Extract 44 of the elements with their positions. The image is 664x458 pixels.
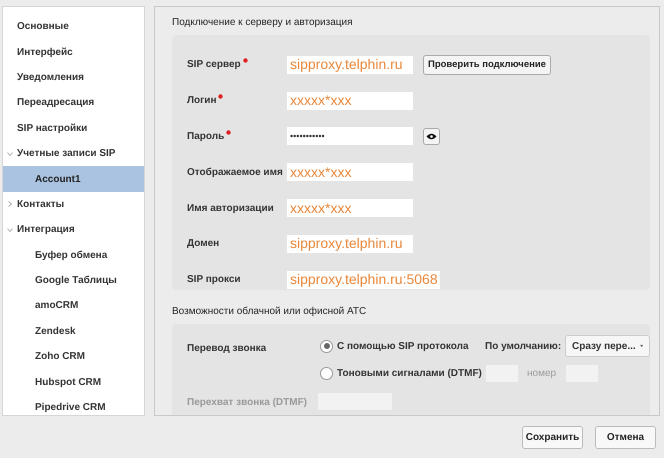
sidebar-item[interactable]: Pipedrive CRM — [3, 394, 144, 420]
radio-button[interactable] — [320, 366, 333, 380]
caret-down-icon — [640, 344, 643, 348]
section-title: Подключение к серверу и авторизация — [172, 16, 354, 30]
field-label: Перевод звонка — [187, 342, 268, 356]
field-label: Логин — [187, 94, 216, 108]
field-label: SIP прокси — [187, 273, 241, 288]
sidebar-item[interactable]: Основные — [3, 14, 144, 40]
chevron-down-icon[interactable] — [7, 226, 13, 233]
number-label: номер — [527, 366, 558, 380]
sidebar-item[interactable]: SIP настройки — [3, 116, 144, 141]
check-connection-button[interactable]: Проверить подключение — [423, 54, 551, 75]
sidebar-item[interactable]: Контакты — [3, 192, 144, 218]
field-label: Домен — [187, 237, 220, 252]
sidebar-item[interactable]: Интерфейс — [3, 39, 144, 65]
sidebar-item[interactable]: Account1 — [3, 166, 144, 192]
sidebar-item[interactable]: Zendesk — [3, 318, 144, 344]
field-label: Перехват звонка (DTMF) — [187, 397, 308, 408]
default-label: По умолчанию: — [485, 340, 562, 354]
sidebar-item[interactable]: Учетные записи SIP — [3, 140, 144, 166]
radio-option[interactable]: Тоновыми сигналами (DTMF) — [320, 366, 485, 380]
eye-icon — [426, 132, 437, 140]
sidebar-item[interactable]: Hubspot CRM — [3, 369, 144, 395]
radio-button[interactable] — [320, 340, 333, 352]
chevron-right-icon[interactable] — [7, 201, 13, 208]
field-label: Имя авторизации — [187, 202, 274, 216]
password-field[interactable]: ••••••••••• — [287, 127, 413, 146]
field-label: SIP сервер — [187, 58, 241, 72]
field-label: Пароль — [187, 130, 224, 144]
sidebar-item[interactable]: Буфер обмена — [3, 242, 144, 268]
cancel-button[interactable]: Отмена — [595, 426, 656, 449]
sidebar-item[interactable]: Zoho CRM — [3, 344, 144, 370]
section-title: Возможности облачной или офисной АТС — [172, 305, 368, 319]
show-password-button[interactable] — [423, 128, 440, 145]
sidebar-item[interactable]: Интеграция — [3, 217, 144, 243]
sidebar-item[interactable]: Переадресация — [3, 90, 144, 116]
default-dropdown[interactable]: Сразу пере... — [565, 335, 650, 357]
sidebar-item[interactable]: Уведомления — [3, 64, 144, 90]
sidebar-item[interactable]: amoCRM — [3, 293, 144, 319]
radio-option[interactable]: С помощью SIP протокола — [320, 338, 485, 354]
chevron-down-icon[interactable] — [7, 150, 13, 157]
save-button[interactable]: Сохранить — [522, 426, 583, 449]
sidebar-item[interactable]: Google Таблицы — [3, 268, 144, 294]
field-label: Отображаемое имя — [187, 166, 283, 180]
